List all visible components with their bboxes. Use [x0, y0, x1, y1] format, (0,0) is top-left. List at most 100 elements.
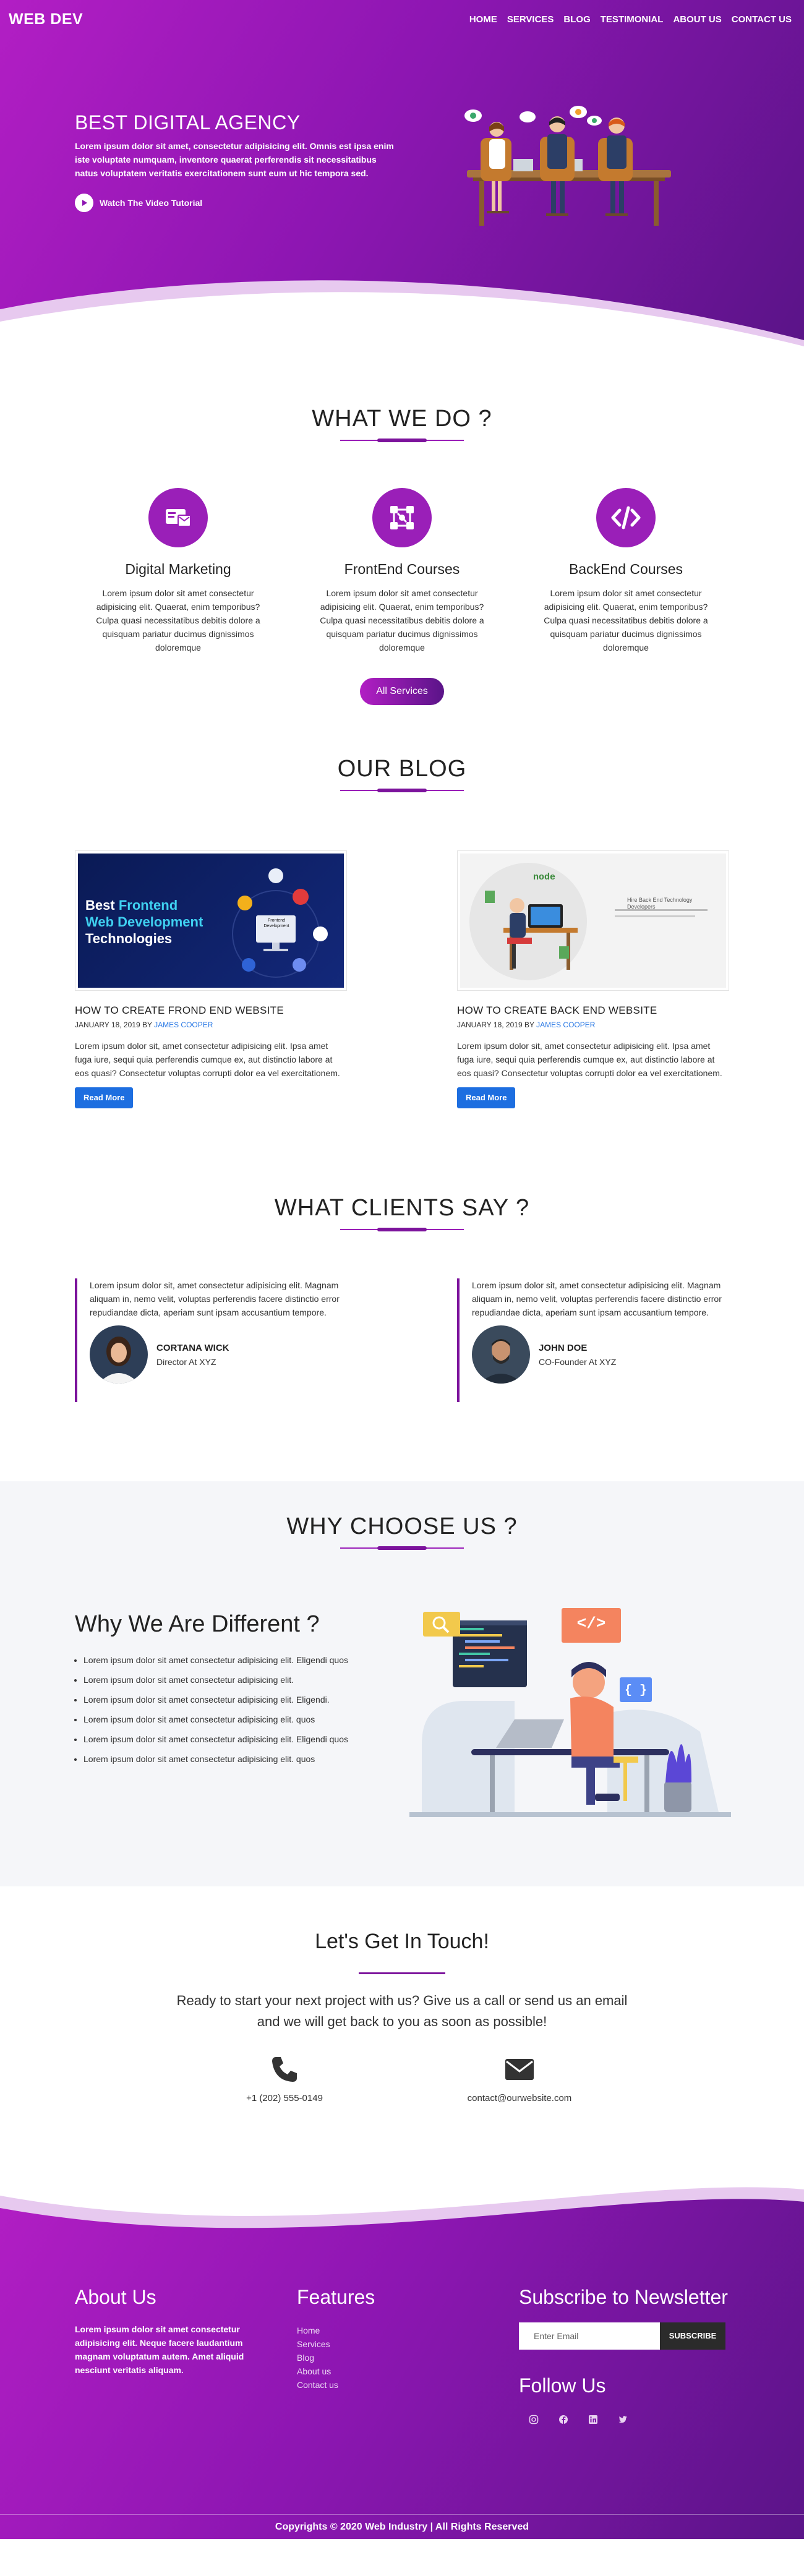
envelope-icon [439, 2051, 600, 2088]
why-point: Lorem ipsum dolor sit amet consectetur a… [83, 1670, 421, 1690]
post-image[interactable]: node Hire Back End Technology Developers [457, 850, 729, 991]
backend-developer-illustration [469, 863, 708, 980]
phone-icon [204, 2051, 365, 2088]
site-footer: About Us Lorem ipsum dolor sit amet cons… [0, 2177, 804, 2539]
nav-blog[interactable]: BLOG [563, 14, 590, 25]
social-links [519, 2413, 729, 2426]
main-menu: HOME SERVICES BLOG TESTIMONIAL ABOUT US … [469, 14, 792, 25]
footer-about-text: Lorem ipsum dolor sit amet consectetur a… [75, 2324, 244, 2375]
brace-tag-text: { } [624, 1684, 647, 1698]
service-title: FrontEnd Courses [344, 561, 460, 577]
service-card: Digital Marketing Lorem ipsum dolor sit … [66, 488, 290, 654]
why-point: Lorem ipsum dolor sit amet consectetur a… [83, 1709, 421, 1729]
post-title[interactable]: HOW TO CREATE BACK END WEBSITE [457, 1004, 729, 1017]
testimonial-author: JOHN DOE CO-Founder At XYZ [472, 1325, 729, 1384]
watch-video-label: Watch The Video Tutorial [100, 198, 203, 208]
post-excerpt: Lorem ipsum dolor sit, amet consectetur … [457, 1041, 722, 1078]
footer-link-services[interactable]: Services [297, 2339, 330, 2349]
why-choose-section: WHY CHOOSE US ? Why We Are Different ? L… [0, 1481, 804, 1886]
newsletter-email-input[interactable]: Enter Email [519, 2322, 660, 2350]
title-underline [340, 439, 464, 442]
nav-services[interactable]: SERVICES [507, 14, 554, 25]
hero-section: WEB DEV HOME SERVICES BLOG TESTIMONIAL A… [0, 0, 804, 346]
title-underline [340, 1228, 464, 1231]
post-image-text: Technologies [85, 931, 173, 946]
testimonial-quote: Lorem ipsum dolor sit, amet consectetur … [472, 1280, 722, 1317]
subscribe-button[interactable]: SUBSCRIBE [660, 2322, 725, 2350]
services-section: WHAT WE DO ? Digital Marketing Lorem ips… [0, 346, 804, 717]
post-image[interactable]: Best Frontend Web Development Technologi… [75, 850, 347, 991]
footer-link-blog[interactable]: Blog [297, 2353, 314, 2363]
footer-wave [0, 2177, 804, 2228]
footer-about-title: About Us [75, 2286, 156, 2308]
linkedin-icon[interactable] [587, 2413, 599, 2426]
read-more-button[interactable]: Read More [457, 1087, 516, 1108]
post-meta: JANUARY 18, 2019 BY JAMES COOPER [75, 1021, 213, 1029]
testimonials-title: WHAT CLIENTS SAY ? [274, 1195, 530, 1221]
nav-home[interactable]: HOME [469, 14, 497, 25]
service-description: Lorem ipsum dolor sit amet consectetur a… [544, 588, 708, 653]
hero-wave [0, 280, 804, 346]
why-title: WHY CHOOSE US ? [286, 1513, 518, 1539]
client-name: CORTANA WICK [156, 1342, 229, 1353]
blog-title: OUR BLOG [337, 756, 467, 782]
top-navbar: WEB DEV HOME SERVICES BLOG TESTIMONIAL A… [0, 0, 804, 38]
service-title: Digital Marketing [125, 561, 231, 577]
email-address[interactable]: contact@ourwebsite.com [439, 2093, 600, 2103]
post-author-link[interactable]: JAMES COOPER [536, 1021, 595, 1029]
instagram-icon[interactable] [528, 2413, 540, 2426]
blog-posts: Best Frontend Web Development Technologi… [0, 850, 804, 1108]
post-image-badge: Frontend Development [263, 918, 289, 928]
phone-number[interactable]: +1 (202) 555-0149 [204, 2093, 365, 2103]
post-author-link[interactable]: JAMES COOPER [154, 1021, 213, 1029]
testimonial-author: CORTANA WICK Director At XYZ [90, 1325, 347, 1384]
hero-content: BEST DIGITAL AGENCY Lorem ipsum dolor si… [75, 111, 396, 212]
subscribe-form: Enter Email SUBSCRIBE [519, 2322, 729, 2350]
title-underline [340, 1546, 464, 1550]
contact-text: Ready to start your next project with us… [176, 1993, 628, 2029]
nav-testimonial[interactable]: TESTIMONIAL [601, 14, 664, 25]
services-list: Digital Marketing Lorem ipsum dolor sit … [0, 488, 804, 654]
play-icon [75, 194, 93, 212]
testimonial-card: Lorem ipsum dolor sit, amet consectetur … [75, 1278, 347, 1402]
post-meta: JANUARY 18, 2019 BY JAMES COOPER [457, 1021, 596, 1029]
follow-title: Follow Us [519, 2374, 606, 2397]
why-content: Why We Are Different ? Lorem ipsum dolor… [75, 1611, 421, 1769]
site-logo[interactable]: WEB DEV [9, 11, 83, 28]
blog-section: OUR BLOG Best Frontend Web Development T… [0, 717, 804, 1163]
contact-section: Let's Get In Touch! Ready to start your … [0, 1886, 804, 2177]
post-title[interactable]: HOW TO CREATE FROND END WEBSITE [75, 1004, 347, 1017]
hero-description: Lorem ipsum dolor sit amet, consectetur … [75, 141, 394, 178]
post-image-heading: Hire Back End Technology Developers [627, 897, 693, 910]
post-excerpt: Lorem ipsum dolor sit, amet consectetur … [75, 1041, 340, 1078]
testimonial-quote: Lorem ipsum dolor sit, amet consectetur … [90, 1280, 340, 1317]
all-services-button[interactable]: All Services [360, 678, 444, 705]
testimonials-section: WHAT CLIENTS SAY ? Lorem ipsum dolor sit… [0, 1163, 804, 1481]
footer-about: About Us Lorem ipsum dolor sit amet cons… [75, 2286, 260, 2426]
client-role: CO-Founder At XYZ [539, 1356, 617, 1367]
footer-link-home[interactable]: Home [297, 2326, 320, 2335]
footer-link-contact[interactable]: Contact us [297, 2380, 338, 2390]
why-points: Lorem ipsum dolor sit amet consectetur a… [75, 1650, 421, 1769]
why-point: Lorem ipsum dolor sit amet consectetur a… [83, 1729, 421, 1749]
service-card: BackEnd Courses Lorem ipsum dolor sit am… [514, 488, 738, 654]
twitter-icon[interactable] [617, 2413, 629, 2426]
nav-contact-us[interactable]: CONTACT US [732, 14, 792, 25]
facebook-icon[interactable] [557, 2413, 570, 2426]
footer-link-about[interactable]: About us [297, 2366, 331, 2376]
contact-phone: +1 (202) 555-0149 [204, 2051, 365, 2103]
hero-title: BEST DIGITAL AGENCY [75, 111, 301, 134]
code-tag-text: </> [576, 1614, 606, 1633]
nav-about-us[interactable]: ABOUT US [673, 14, 721, 25]
footer-features: Features Home Services Blog About us Con… [297, 2286, 482, 2426]
services-title: WHAT WE DO ? [312, 406, 492, 432]
footer-columns: About Us Lorem ipsum dolor sit amet cons… [75, 2286, 729, 2426]
contact-methods: +1 (202) 555-0149 contact@ourwebsite.com [0, 2051, 804, 2103]
avatar [472, 1325, 530, 1384]
code-icon [596, 488, 656, 547]
watch-video-link[interactable]: Watch The Video Tutorial [75, 194, 396, 212]
title-underline [359, 1972, 445, 1974]
nodejs-logo: node [533, 872, 556, 883]
client-name: JOHN DOE [539, 1342, 588, 1353]
read-more-button[interactable]: Read More [75, 1087, 134, 1108]
